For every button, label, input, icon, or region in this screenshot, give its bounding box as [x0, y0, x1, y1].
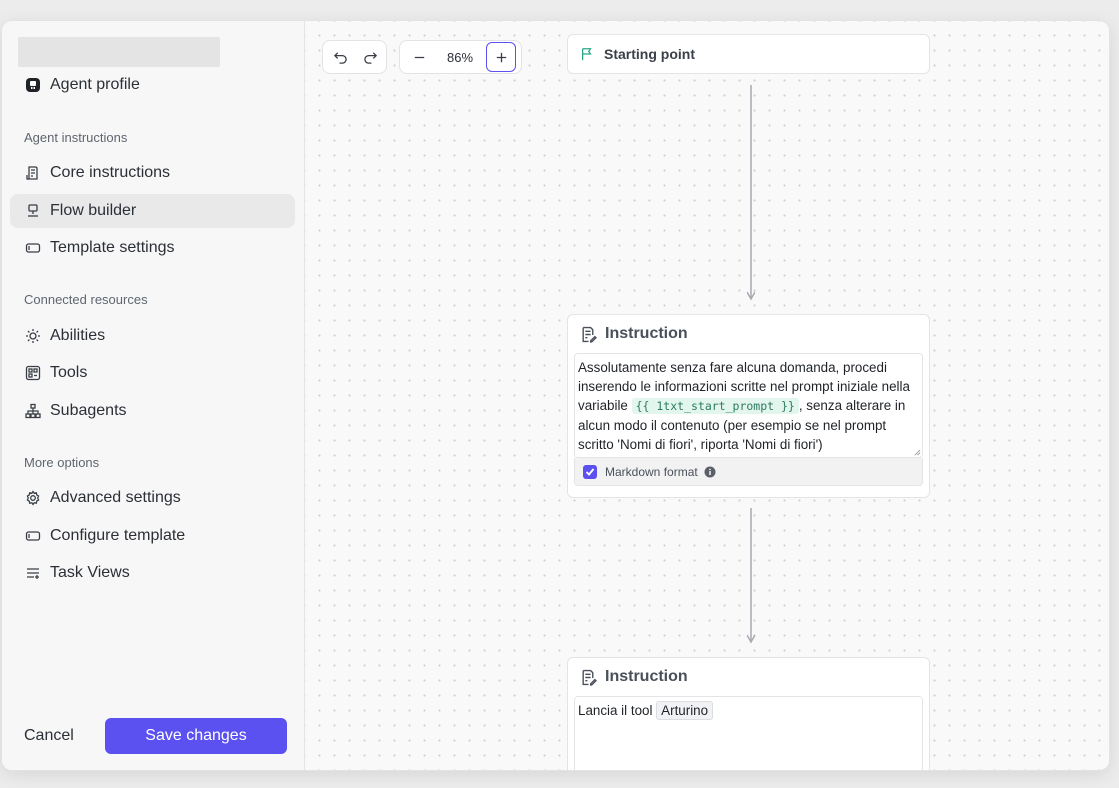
- sidebar-item-agent-profile[interactable]: Agent profile: [10, 68, 295, 102]
- flow-canvas[interactable]: 86% Starting point Instruction Assolutam…: [305, 21, 1109, 770]
- sidebar-item-label: Task Views: [50, 564, 130, 581]
- sidebar-item-advanced-settings[interactable]: Advanced settings: [10, 481, 295, 515]
- sidebar-item-label: Advanced settings: [50, 489, 181, 506]
- hierarchy-icon: [24, 402, 42, 420]
- sun-icon: [24, 327, 42, 345]
- sidebar-item-flow-builder[interactable]: Flow builder: [10, 194, 295, 228]
- agent-name-placeholder: [18, 37, 220, 67]
- sidebar-item-label: Configure template: [50, 527, 186, 544]
- instruction-text: Lancia il tool: [578, 703, 657, 718]
- connector-arrow: [747, 85, 755, 301]
- gear-icon: [24, 489, 42, 507]
- markdown-checkbox[interactable]: [583, 464, 597, 479]
- section-more-options: More options: [24, 455, 100, 470]
- connector-arrow: [747, 508, 755, 644]
- list-icon: [24, 564, 42, 582]
- undo-icon: [333, 51, 347, 64]
- redo-icon: [363, 51, 377, 64]
- zoom-toolbar: 86%: [399, 40, 522, 74]
- sidebar-item-template-settings[interactable]: Template settings: [10, 231, 295, 265]
- undo-button[interactable]: [325, 42, 355, 72]
- markdown-format-label: Markdown format: [605, 464, 698, 479]
- agent-icon: [24, 76, 42, 94]
- info-icon[interactable]: [704, 466, 716, 478]
- sidebar-item-task-views[interactable]: Task Views: [10, 556, 295, 590]
- markdown-format-toggle[interactable]: Markdown format: [574, 458, 923, 486]
- instruction-icon: [582, 326, 597, 343]
- flow-icon: [24, 202, 42, 220]
- sidebar-item-label: Tools: [50, 364, 88, 381]
- app-window: Agent profile Agent instructions Core in…: [2, 21, 1109, 770]
- plus-icon: [496, 52, 506, 62]
- instruction-node-title: Instruction: [605, 668, 688, 685]
- sidebar-item-subagents[interactable]: Subagents: [10, 394, 295, 428]
- template-icon: [24, 239, 42, 257]
- redo-button[interactable]: [355, 42, 385, 72]
- instruction-text-area[interactable]: Assolutamente senza fare alcuna domanda,…: [574, 353, 923, 458]
- sidebar-item-configure-template[interactable]: Configure template: [10, 519, 295, 553]
- instruction-node[interactable]: Instruction Lancia il tool Arturino: [567, 657, 930, 770]
- sidebar-footer: Cancel Save changes: [2, 718, 304, 754]
- instruction-node-header: Instruction: [568, 315, 929, 353]
- template-icon: [24, 527, 42, 545]
- tool-chip[interactable]: Arturino: [656, 701, 714, 720]
- start-node[interactable]: Starting point: [567, 34, 930, 74]
- history-toolbar: [322, 40, 387, 74]
- sidebar-item-label: Agent profile: [50, 76, 140, 93]
- zoom-in-button[interactable]: [486, 42, 516, 72]
- save-changes-button[interactable]: Save changes: [105, 718, 287, 754]
- instruction-node-header: Instruction: [568, 658, 929, 696]
- sidebar-item-core-instructions[interactable]: Core instructions: [10, 156, 295, 190]
- section-agent-instructions: Agent instructions: [24, 130, 128, 145]
- sidebar-item-tools[interactable]: Tools: [10, 356, 295, 390]
- check-icon: [585, 467, 595, 476]
- sidebar-item-label: Abilities: [50, 327, 106, 344]
- instruction-node-title: Instruction: [605, 325, 688, 342]
- resize-handle-icon[interactable]: [914, 449, 921, 456]
- sidebar-item-label: Core instructions: [50, 164, 171, 181]
- variable-chip[interactable]: {{ 1txt_start_prompt }}: [631, 398, 799, 414]
- section-connected-resources: Connected resources: [24, 292, 148, 307]
- zoom-level: 86%: [446, 49, 474, 65]
- sidebar: Agent profile Agent instructions Core in…: [2, 21, 305, 770]
- cancel-button[interactable]: Cancel: [24, 718, 74, 754]
- instruction-node[interactable]: Instruction Assolutamente senza fare alc…: [567, 314, 930, 498]
- document-icon: [24, 164, 42, 182]
- minus-icon: [414, 56, 424, 58]
- instruction-text-area[interactable]: Lancia il tool Arturino: [574, 696, 923, 770]
- tools-icon: [24, 364, 42, 382]
- sidebar-item-label: Subagents: [50, 402, 127, 419]
- zoom-out-button[interactable]: [404, 42, 434, 72]
- sidebar-item-abilities[interactable]: Abilities: [10, 319, 295, 353]
- sidebar-item-label: Template settings: [50, 239, 175, 256]
- flag-icon: [581, 48, 592, 61]
- instruction-icon: [582, 669, 597, 686]
- sidebar-item-label: Flow builder: [50, 202, 137, 219]
- start-node-label: Starting point: [604, 46, 695, 62]
